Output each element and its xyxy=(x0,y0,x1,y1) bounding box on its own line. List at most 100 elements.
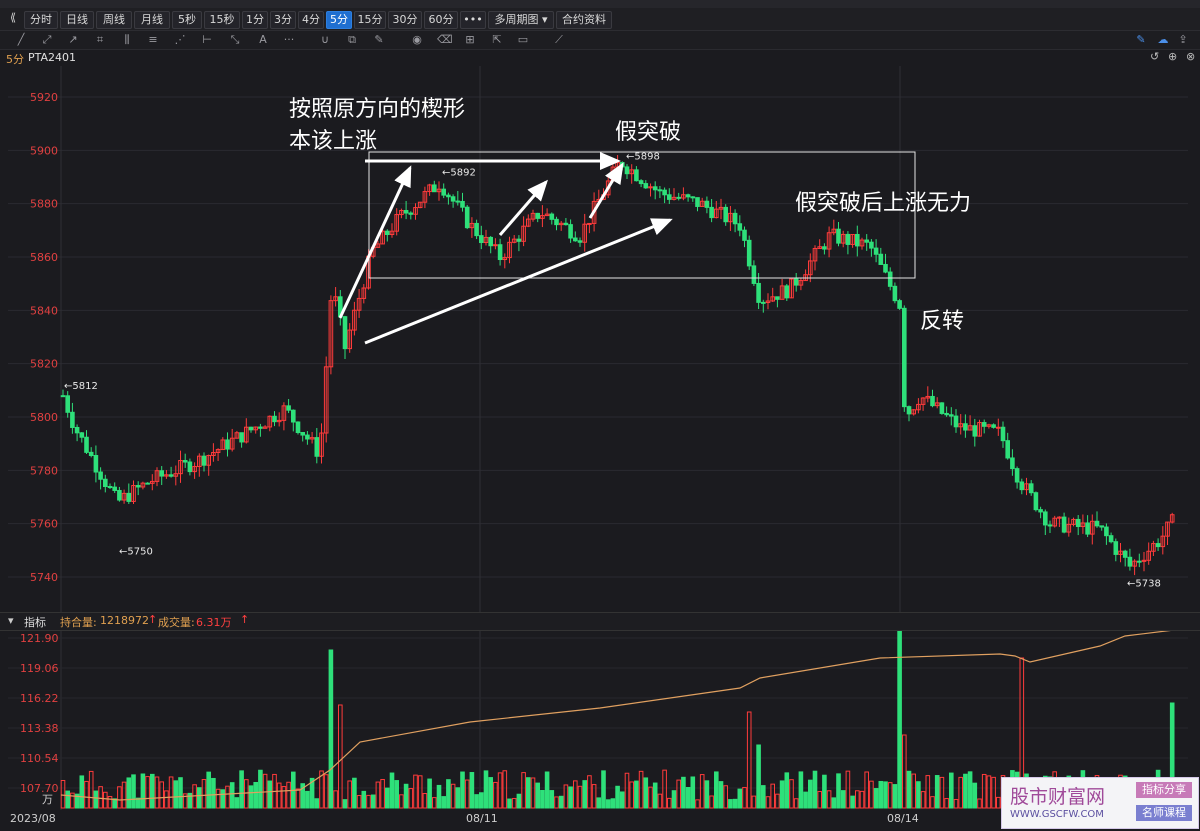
candle-body xyxy=(1108,535,1114,543)
volume-bar xyxy=(145,776,150,809)
candle-body xyxy=(892,285,898,302)
candle-body xyxy=(704,200,710,208)
annotation-arrow xyxy=(364,218,673,345)
volume-bar xyxy=(474,794,479,809)
price-tick-label: 5780 xyxy=(30,464,58,477)
candle-body xyxy=(1094,520,1100,527)
indicator-label[interactable]: 指标 xyxy=(24,614,46,630)
volume-bar xyxy=(714,771,719,809)
volume-bar xyxy=(629,781,635,809)
candle-body xyxy=(1113,541,1119,555)
candle-body xyxy=(676,196,682,199)
candle-body xyxy=(577,240,583,243)
volume-bar xyxy=(389,772,395,809)
volume-bar xyxy=(902,734,907,809)
volume-bar xyxy=(197,787,202,809)
candle-body xyxy=(74,426,80,434)
watermark-brand: 股市财富网 xyxy=(1010,786,1106,808)
candle-body xyxy=(953,415,959,428)
volume-bar xyxy=(432,797,437,809)
volume-bar xyxy=(855,790,860,809)
volume-bar xyxy=(756,744,761,809)
volume-bar xyxy=(98,786,103,809)
candle-body xyxy=(1038,509,1043,513)
volume-bar xyxy=(709,795,714,809)
volume-bar xyxy=(154,776,160,809)
price-chart[interactable]: 5920 5900 5880 5860 5840 5820 5800 5780 5760 5740… xyxy=(0,0,1200,831)
volume-bar xyxy=(338,704,343,809)
candle-body xyxy=(1019,481,1025,491)
candle-body xyxy=(742,229,747,241)
volume-bar xyxy=(347,780,352,809)
volume-label: 成交量: xyxy=(158,616,195,629)
up-arrow-icon: ↑ xyxy=(148,613,158,626)
candle-body xyxy=(112,486,118,491)
volume-bar xyxy=(737,788,743,809)
volume-bar xyxy=(469,772,475,809)
open-interest-value: 1218972 xyxy=(100,614,149,627)
volume-bar xyxy=(864,771,870,809)
volume-bar xyxy=(121,781,127,809)
candle-body xyxy=(624,166,630,175)
candle-body xyxy=(135,485,141,488)
volume-bar xyxy=(65,790,71,809)
volume-bar xyxy=(812,770,818,809)
volume-bar xyxy=(742,786,747,809)
volume-bar xyxy=(314,798,320,809)
volume-bar xyxy=(911,773,917,809)
wedge-annotation-line1: 按照原方向的楔形 xyxy=(289,97,465,122)
candle-body xyxy=(944,412,949,416)
candle-body xyxy=(991,424,996,428)
volume-bar xyxy=(587,775,592,809)
candle-body xyxy=(695,197,700,207)
volume-bar xyxy=(323,774,329,809)
volume-bar xyxy=(422,793,428,809)
candle-body xyxy=(479,235,484,244)
candle-body xyxy=(1104,526,1109,537)
volume-bar xyxy=(671,790,677,809)
annotation-arrow xyxy=(498,179,548,236)
volume-bar xyxy=(413,774,418,809)
volume-bar xyxy=(211,777,216,809)
candle-body xyxy=(93,455,99,473)
candle-body xyxy=(497,244,503,261)
x-axis-label: 08/11 xyxy=(466,812,498,825)
volume-bar xyxy=(258,769,263,809)
volume-bar xyxy=(394,780,399,809)
candle-body xyxy=(1155,543,1161,548)
volume-bar xyxy=(516,793,522,809)
volume-bar xyxy=(624,772,630,809)
candle-body xyxy=(225,439,230,450)
price-tick-label: 5900 xyxy=(30,144,58,157)
volume-value: 6.31万 xyxy=(196,616,232,629)
price-tick-label: 5760 xyxy=(30,518,58,531)
candle-body xyxy=(1047,524,1053,527)
volume-bar xyxy=(981,773,987,809)
volume-bar xyxy=(244,779,249,809)
price-tick-label: 5820 xyxy=(30,358,58,371)
volume-bar xyxy=(225,785,230,809)
candle-body xyxy=(793,278,799,286)
candles-group xyxy=(60,155,1175,576)
volume-bar xyxy=(685,787,691,809)
candle-body xyxy=(403,210,409,214)
volume-bar xyxy=(662,769,667,809)
candle-body xyxy=(864,239,870,243)
candle-body xyxy=(761,301,766,304)
volume-bar xyxy=(789,779,794,809)
candle-body xyxy=(784,285,790,299)
candle-body xyxy=(573,237,578,242)
volume-bar xyxy=(140,773,146,809)
candle-body xyxy=(103,478,108,488)
volume-bar xyxy=(558,795,564,809)
volume-bar xyxy=(361,790,367,809)
price-marker-label: ←5898 xyxy=(626,152,660,163)
candle-body xyxy=(1000,426,1006,442)
candle-body xyxy=(887,271,893,287)
volume-bar xyxy=(718,781,724,809)
indicator-toggle-icon[interactable]: ▾ xyxy=(8,614,14,627)
candle-body xyxy=(883,263,888,273)
volume-bar xyxy=(887,782,893,809)
volume-bar xyxy=(751,795,757,809)
candle-body xyxy=(385,230,390,236)
